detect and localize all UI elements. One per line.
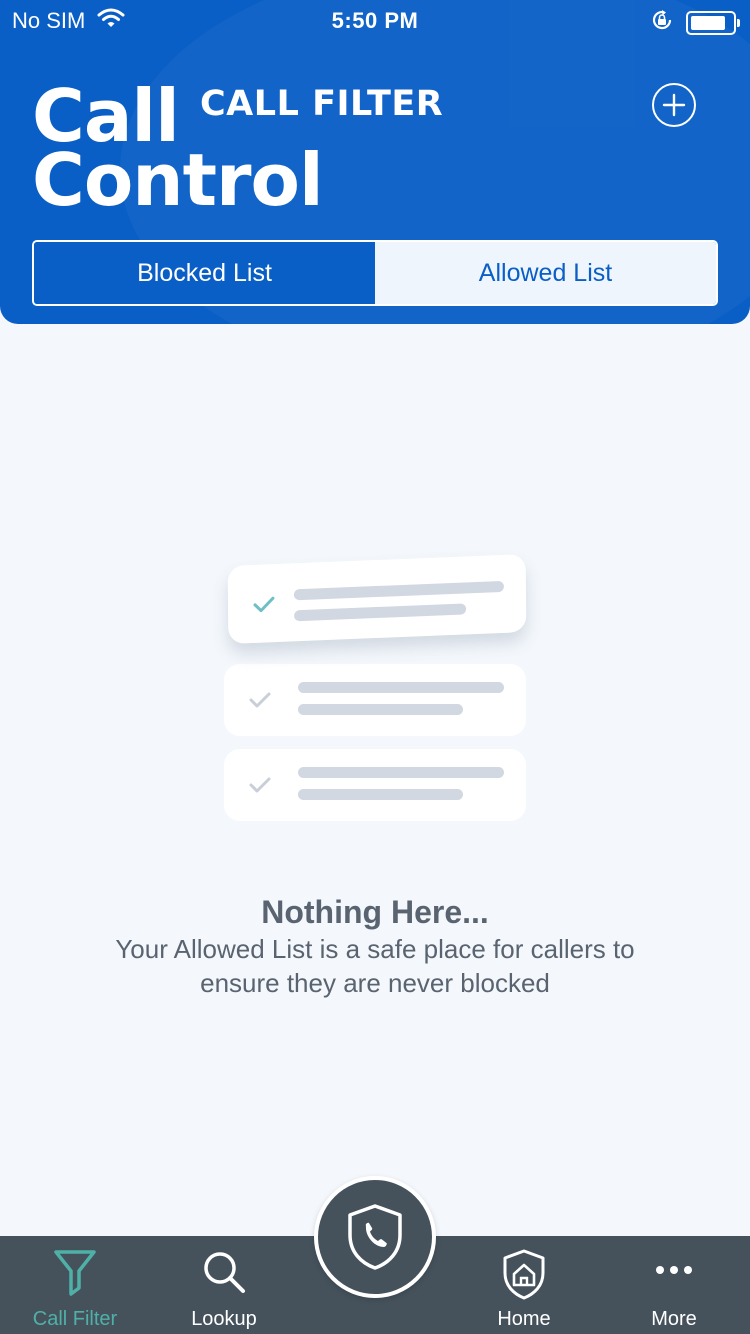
tab-home[interactable]: Home — [449, 1236, 599, 1334]
search-icon — [149, 1248, 299, 1296]
tab-label: Call Filter — [32, 1308, 118, 1330]
header: No SIM 5:50 PM Call Control CALL FILTER … — [0, 0, 750, 324]
status-right — [650, 8, 740, 38]
check-icon — [249, 777, 271, 793]
tab-label: Home — [497, 1308, 551, 1330]
home-shield-icon — [449, 1248, 599, 1300]
illustration-card-highlighted — [227, 554, 527, 644]
check-icon — [249, 692, 271, 708]
rotation-lock-icon — [650, 8, 674, 38]
empty-state-description: Your Allowed List is a safe place for ca… — [115, 934, 635, 998]
tab-label: More — [651, 1308, 697, 1330]
empty-state-title: Nothing Here... — [261, 894, 489, 930]
logo-line-2: Control — [32, 138, 324, 222]
more-dots-icon — [599, 1264, 749, 1276]
filter-icon — [0, 1248, 150, 1296]
illustration-card — [224, 664, 526, 736]
list-tabs: Blocked List Allowed List — [32, 240, 718, 306]
check-icon — [253, 596, 275, 613]
illustration-card — [224, 749, 526, 821]
tab-lookup[interactable]: Lookup — [149, 1236, 299, 1334]
battery-icon — [686, 11, 740, 35]
status-bar: No SIM 5:50 PM — [0, 0, 750, 40]
tab-call-filter[interactable]: Call Filter — [0, 1236, 150, 1334]
tab-more[interactable]: More — [599, 1236, 749, 1334]
plus-circle-icon — [662, 93, 686, 117]
add-button[interactable] — [652, 83, 696, 127]
call-protection-button[interactable] — [314, 1176, 436, 1298]
tab-blocked-list[interactable]: Blocked List — [34, 242, 375, 304]
status-time: 5:50 PM — [331, 8, 419, 33]
tab-allowed-list[interactable]: Allowed List — [375, 242, 716, 304]
shield-phone-icon — [348, 1204, 402, 1270]
page-title: CALL FILTER — [200, 84, 444, 124]
tab-label: Lookup — [191, 1308, 257, 1330]
